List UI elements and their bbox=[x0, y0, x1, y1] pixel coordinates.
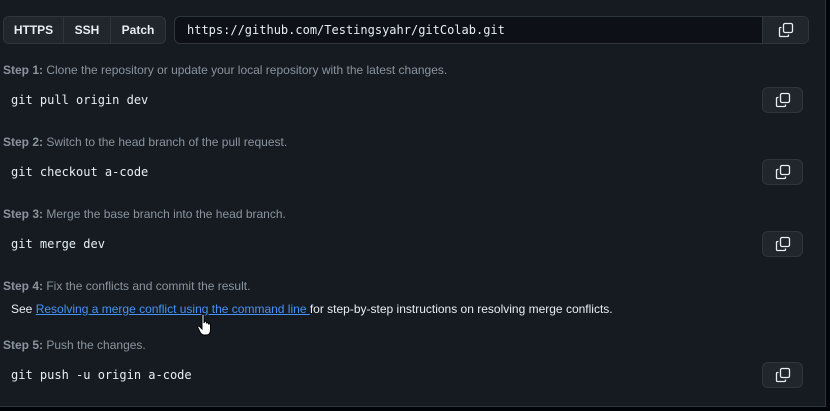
step-3-command: git merge dev bbox=[11, 237, 105, 251]
step-4-number: Step 4: bbox=[3, 279, 44, 293]
step-3-label: Step 3: Merge the base branch into the h… bbox=[3, 207, 286, 221]
step-5-number: Step 5: bbox=[3, 338, 44, 352]
note-prefix: See bbox=[11, 302, 36, 316]
step-1-command: git pull origin dev bbox=[11, 93, 149, 107]
copy-url-button[interactable] bbox=[762, 17, 808, 43]
step-5-text: Push the changes. bbox=[43, 338, 146, 352]
copy-icon bbox=[778, 22, 793, 38]
step-2-number: Step 2: bbox=[3, 135, 44, 149]
tab-ssh[interactable]: SSH bbox=[64, 17, 111, 43]
step-4-note: See Resolving a merge conflict using the… bbox=[11, 302, 613, 316]
copy-step-2-button[interactable] bbox=[762, 159, 803, 185]
tab-https[interactable]: HTTPS bbox=[4, 17, 64, 43]
hand-pointer-icon bbox=[197, 313, 215, 342]
step-2-command: git checkout a-code bbox=[11, 165, 149, 179]
copy-step-5-button[interactable] bbox=[762, 362, 803, 388]
copy-icon bbox=[775, 164, 790, 180]
step-1-number: Step 1: bbox=[3, 63, 44, 77]
clone-url-field[interactable]: https://github.com/Testingsyahr/gitColab… bbox=[174, 16, 809, 44]
merge-conflict-help-link[interactable]: Resolving a merge conflict using the com… bbox=[36, 302, 310, 316]
copy-icon bbox=[775, 236, 790, 252]
protocol-selector: HTTPS SSH Patch bbox=[3, 16, 166, 44]
step-2-label: Step 2: Switch to the head branch of the… bbox=[3, 135, 287, 149]
step-5-label: Step 5: Push the changes. bbox=[3, 338, 146, 352]
copy-icon bbox=[775, 92, 790, 108]
note-suffix: for step-by-step instructions on resolvi… bbox=[309, 302, 613, 316]
copy-icon bbox=[775, 367, 790, 383]
step-3-text: Merge the base branch into the head bran… bbox=[43, 207, 286, 221]
merge-instructions-panel: HTTPS SSH Patch https://github.com/Testi… bbox=[0, 0, 826, 407]
step-1-text: Clone the repository or update your loca… bbox=[43, 63, 448, 77]
step-2-text: Switch to the head branch of the pull re… bbox=[43, 135, 288, 149]
clone-url-text[interactable]: https://github.com/Testingsyahr/gitColab… bbox=[175, 23, 762, 37]
copy-step-3-button[interactable] bbox=[762, 231, 803, 257]
clone-toolbar: HTTPS SSH Patch bbox=[3, 16, 166, 44]
step-1-label: Step 1: Clone the repository or update y… bbox=[3, 63, 447, 77]
step-4-label: Step 4: Fix the conflicts and commit the… bbox=[3, 279, 250, 293]
step-3-number: Step 3: bbox=[3, 207, 44, 221]
tab-patch[interactable]: Patch bbox=[111, 17, 165, 43]
copy-step-1-button[interactable] bbox=[762, 87, 803, 113]
step-5-command: git push -u origin a-code bbox=[11, 368, 192, 382]
step-4-text: Fix the conflicts and commit the result. bbox=[43, 279, 251, 293]
